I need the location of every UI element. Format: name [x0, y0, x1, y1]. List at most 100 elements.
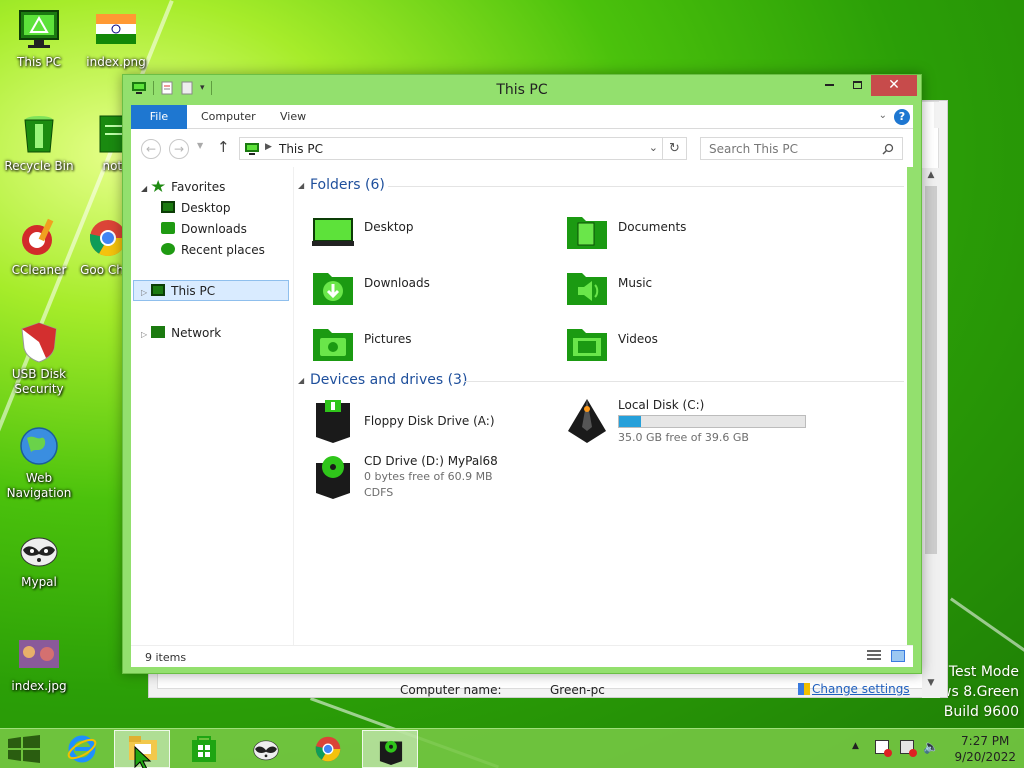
- details-view-icon[interactable]: [867, 650, 881, 662]
- breadcrumb-chevron-icon[interactable]: ▶: [265, 142, 272, 152]
- raccoon-icon: [20, 537, 58, 567]
- network-icon[interactable]: [900, 740, 917, 757]
- search-box[interactable]: [700, 137, 903, 160]
- pictures-folder-icon: [313, 329, 353, 361]
- back-button[interactable]: ←: [141, 139, 161, 159]
- close-icon: ✕: [888, 77, 900, 93]
- content-pane: ◢ Folders (6) Desktop Documents Download…: [293, 167, 907, 645]
- change-settings-link[interactable]: Change settings: [798, 682, 910, 696]
- alert-badge: [884, 749, 892, 757]
- mouse-cursor-icon: [134, 745, 152, 768]
- downloads-icon: [161, 222, 175, 234]
- nav-item-desktop[interactable]: Desktop: [161, 198, 231, 218]
- arrow-right-icon: →: [173, 142, 185, 156]
- help-icon[interactable]: ?: [894, 109, 910, 125]
- folder-downloads[interactable]: Downloads: [310, 265, 550, 317]
- drive-floppy[interactable]: Floppy Disk Drive (A:): [310, 397, 550, 449]
- folders-group-header[interactable]: Folders (6): [310, 177, 385, 193]
- folder-music[interactable]: Music: [564, 265, 804, 317]
- item-count: 9 items: [145, 651, 187, 664]
- back-window-scrollbar[interactable]: ▲ ▼: [922, 168, 940, 698]
- desktop-icon-label: CCleaner: [11, 263, 67, 277]
- expand-ribbon-icon[interactable]: ⌄: [879, 110, 887, 121]
- show-hidden-icons[interactable]: ▲: [852, 741, 859, 751]
- scroll-down-arrow[interactable]: ▼: [922, 678, 940, 688]
- scrollbar-thumb[interactable]: [925, 186, 937, 554]
- folder-label: Downloads: [364, 276, 430, 290]
- taskbar-file-explorer[interactable]: [114, 730, 170, 768]
- recent-places-icon: [161, 243, 175, 255]
- folder-desktop[interactable]: Desktop: [310, 209, 550, 261]
- folder-documents[interactable]: Documents: [564, 209, 804, 261]
- nav-item-downloads[interactable]: Downloads: [161, 219, 247, 239]
- documents-folder-icon: [567, 217, 607, 249]
- local-disk-icon: [568, 399, 606, 443]
- ribbon-tabs: File Computer View ⌄ ?: [131, 105, 913, 129]
- desktop-icon-web-navigation[interactable]: Web Navigation: [1, 424, 77, 501]
- refresh-button[interactable]: ↻: [663, 137, 687, 160]
- network-icon: [151, 326, 166, 338]
- taskbar-chrome[interactable]: [300, 730, 356, 768]
- drive-cd-d[interactable]: CD Drive (D:) MyPal68 0 bytes free of 60…: [310, 453, 570, 505]
- desktop-icon-usb-disk-security[interactable]: USB Disk Security: [1, 320, 77, 397]
- tab-view[interactable]: View: [267, 105, 319, 129]
- start-button[interactable]: [0, 730, 48, 768]
- nav-item-recent-places[interactable]: Recent places: [161, 240, 265, 260]
- search-icon[interactable]: [882, 143, 894, 155]
- nav-label: Network: [171, 326, 222, 340]
- address-dropdown-icon[interactable]: ⌄: [649, 141, 658, 154]
- desktop-icon-ccleaner[interactable]: CCleaner: [1, 216, 77, 278]
- folders-collapse-icon[interactable]: ◢: [298, 181, 304, 190]
- tab-computer[interactable]: Computer: [188, 105, 269, 129]
- title-bar[interactable]: ▾ This PC ✕: [123, 75, 921, 105]
- nav-item-this-pc[interactable]: ▷ This PC: [141, 281, 215, 301]
- taskbar-mypal[interactable]: [238, 730, 294, 768]
- up-button[interactable]: ↑: [217, 138, 230, 156]
- desktop-icon-mypal[interactable]: Mypal: [1, 528, 77, 590]
- minimize-button[interactable]: [815, 75, 843, 96]
- desktop-icon-recycle-bin[interactable]: Recycle Bin: [1, 112, 77, 174]
- taskbar-this-pc[interactable]: [362, 730, 418, 768]
- desktop-icon-index-jpg[interactable]: index.jpg: [1, 632, 77, 694]
- action-center-icon[interactable]: [875, 740, 892, 757]
- taskbar-internet-explorer[interactable]: [54, 730, 110, 768]
- taskbar-store[interactable]: [176, 730, 232, 768]
- address-bar[interactable]: ▶ This PC ⌄: [239, 137, 663, 160]
- desktop-icon-this-pc[interactable]: This PC: [1, 8, 77, 70]
- desktop-icon-label: Mypal: [21, 575, 57, 589]
- search-input[interactable]: [709, 142, 879, 156]
- devices-group-header[interactable]: Devices and drives (3): [310, 372, 467, 388]
- maximize-icon: [852, 80, 862, 89]
- status-bar: 9 items: [131, 645, 913, 667]
- file-explorer-window[interactable]: ▾ This PC ✕ File Computer View ⌄ ? ← → ▼…: [122, 74, 922, 674]
- maximize-button[interactable]: [843, 75, 871, 96]
- nav-item-network[interactable]: ▷ Network: [141, 323, 221, 343]
- breadcrumb[interactable]: This PC: [279, 142, 323, 156]
- arrow-up-icon: ↑: [217, 138, 230, 156]
- close-button[interactable]: ✕: [871, 75, 917, 96]
- drive-label: CD Drive (D:) MyPal68: [364, 454, 498, 468]
- disk-usage-bar: [618, 415, 806, 428]
- folder-videos[interactable]: Videos: [564, 321, 804, 373]
- large-icons-view-icon[interactable]: [891, 650, 905, 662]
- address-toolbar: ← → ▼ ↑ ▶ This PC ⌄ ↻: [131, 129, 913, 167]
- folder-pictures[interactable]: Pictures: [310, 321, 550, 373]
- desktop-icon-index-png[interactable]: index.png: [78, 8, 154, 70]
- volume-icon[interactable]: 🔈: [923, 740, 939, 755]
- drive-info: CD Drive (D:) MyPal68 0 bytes free of 60…: [364, 453, 498, 501]
- drive-local-c[interactable]: Local Disk (C:) 35.0 GB free of 39.6 GB: [564, 397, 824, 449]
- scroll-up-arrow[interactable]: ▲: [922, 170, 940, 180]
- recent-locations-icon[interactable]: ▼: [197, 141, 203, 150]
- nav-label: This PC: [171, 284, 216, 298]
- clock-date: 9/20/2022: [954, 750, 1016, 764]
- forward-button[interactable]: →: [169, 139, 189, 159]
- devices-collapse-icon[interactable]: ◢: [298, 376, 304, 385]
- clock[interactable]: 7:27 PM 9/20/2022: [954, 733, 1016, 765]
- folder-label: Documents: [618, 220, 687, 234]
- tab-file[interactable]: File: [131, 105, 187, 129]
- arrow-left-icon: ←: [145, 142, 157, 156]
- photo-image-icon: [19, 640, 59, 668]
- test-mode-watermark: Test Mode ws 8.Green Build 9600: [940, 664, 1019, 720]
- nav-item-favorites[interactable]: ◢ Favorites: [141, 177, 225, 197]
- windows-logo-icon: [8, 735, 40, 763]
